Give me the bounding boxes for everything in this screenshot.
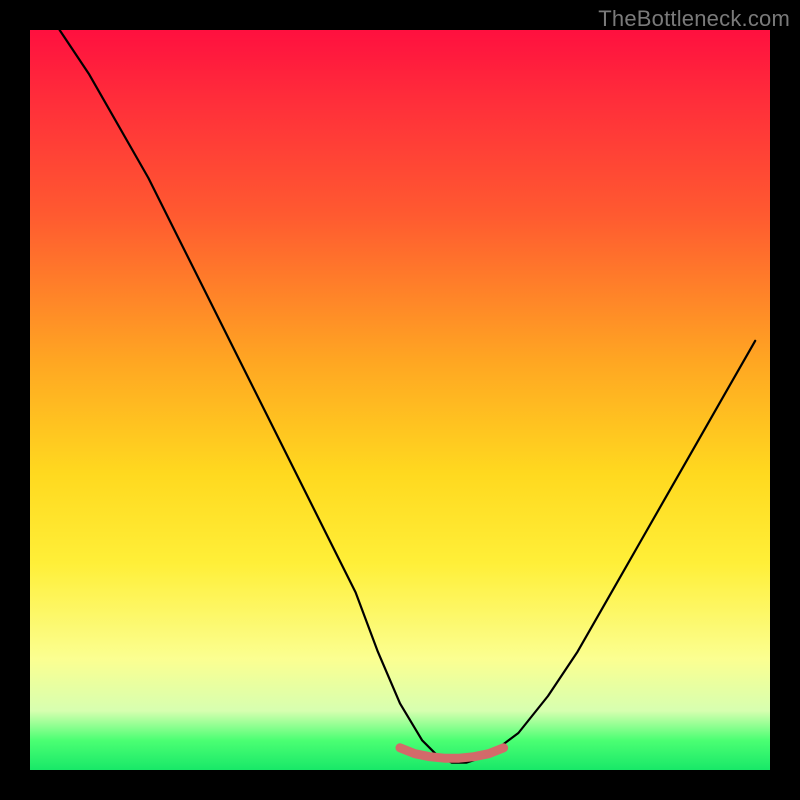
attribution-watermark: TheBottleneck.com — [598, 6, 790, 32]
chart-frame: TheBottleneck.com — [0, 0, 800, 800]
bottleneck-curve — [60, 30, 756, 763]
curve-svg — [30, 30, 770, 770]
optimal-zone-marker — [400, 748, 504, 758]
plot-area — [30, 30, 770, 770]
